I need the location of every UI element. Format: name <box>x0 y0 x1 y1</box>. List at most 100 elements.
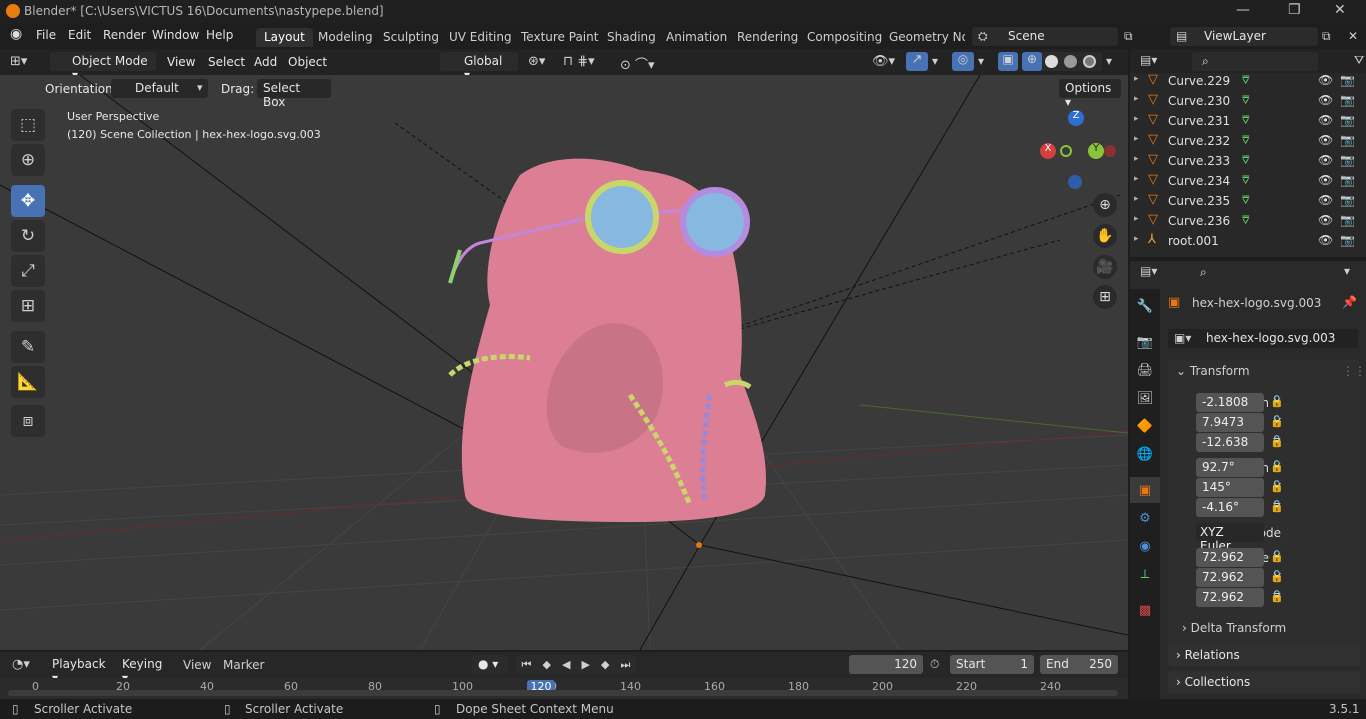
tab-rendering[interactable]: Rendering <box>729 28 806 47</box>
location-x-field[interactable]: -2.1808 <box>1196 393 1264 412</box>
orientation-dropdown[interactable]: Default <box>111 79 208 98</box>
menu-add[interactable]: Add <box>254 55 277 69</box>
visibility-eye-icon[interactable]: 👁 <box>1318 133 1333 147</box>
rotation-z-field[interactable]: -4.16° <box>1196 498 1264 517</box>
lock-rotation-x-icon[interactable]: 🔓 <box>1270 460 1284 473</box>
proportional-edit-icon[interactable]: ⊙ ⌒▾ <box>620 54 655 73</box>
tab-layout[interactable]: Layout <box>256 28 313 47</box>
play-reverse-icon[interactable]: ◀ <box>562 658 570 671</box>
options-dropdown[interactable]: Options ▾ <box>1059 79 1121 109</box>
prev-keyframe-icon[interactable]: ◆ <box>542 658 550 671</box>
visibility-eye-icon[interactable]: 👁 <box>1318 73 1333 87</box>
location-z-field[interactable]: -12.638 <box>1196 433 1264 452</box>
menu-edit[interactable]: Edit <box>68 28 91 42</box>
expand-arrow-icon[interactable]: ▸ <box>1134 94 1139 104</box>
playback-menu[interactable]: Playback ▾ <box>46 655 114 685</box>
expand-arrow-icon[interactable]: ▸ <box>1134 234 1139 244</box>
rendered-shading-icon[interactable] <box>1083 55 1096 68</box>
scale-y-field[interactable]: 72.962 <box>1196 568 1264 587</box>
scale-tool[interactable]: ⤢ <box>11 255 45 287</box>
tab-animation[interactable]: Animation <box>658 28 735 47</box>
next-keyframe-icon[interactable]: ◆ <box>601 658 609 671</box>
gizmo-toggle-icon[interactable]: ↗ <box>906 52 928 71</box>
render-camera-icon[interactable]: 📷 <box>1340 213 1355 227</box>
scale-z-field[interactable]: 72.962 <box>1196 588 1264 607</box>
tab-shading[interactable]: Shading <box>599 28 664 47</box>
tab-modeling[interactable]: Modeling <box>310 28 381 47</box>
jump-end-icon[interactable]: ⏭ <box>621 658 631 672</box>
maximize-icon[interactable]: ❐ <box>1288 2 1301 18</box>
shading-dropdown-icon[interactable]: ▾ <box>1106 54 1112 68</box>
tab-geometry-nodes[interactable]: Geometry Noc <box>881 28 965 47</box>
lock-location-x-icon[interactable]: 🔓 <box>1270 395 1284 408</box>
visibility-eye-icon[interactable]: 👁 <box>1318 113 1333 127</box>
3d-viewport[interactable]: User Perspective (120) Scene Collection … <box>0 75 1128 650</box>
rotate-tool[interactable]: ↻ <box>11 220 45 252</box>
navigation-gizmo[interactable]: Z Y X <box>1032 105 1120 193</box>
remove-view-layer-icon[interactable]: ✕ <box>1348 29 1358 43</box>
collections-panel[interactable]: › Collections <box>1168 671 1360 693</box>
jump-start-icon[interactable]: ⏮ <box>522 658 532 672</box>
lock-location-z-icon[interactable]: 🔓 <box>1270 435 1284 448</box>
expand-arrow-icon[interactable]: ▸ <box>1134 114 1139 124</box>
lock-scale-x-icon[interactable]: 🔓 <box>1270 550 1284 563</box>
panel-drag-icon[interactable]: ⋮⋮ <box>1342 364 1366 378</box>
output-tab-icon[interactable]: 🖨 <box>1130 357 1160 383</box>
add-cube-tool[interactable]: ⧈ <box>11 405 45 437</box>
expand-arrow-icon[interactable]: ▸ <box>1134 154 1139 164</box>
visibility-eye-icon[interactable]: 👁 <box>1318 173 1333 187</box>
timeline-scrollbar[interactable] <box>8 690 1118 696</box>
outliner-row[interactable]: ▸ ▽ Curve.229 ⩢ 👁 📷 <box>1130 71 1366 91</box>
solid-shading-icon[interactable] <box>1045 55 1058 68</box>
filter-icon[interactable]: ⛛ <box>1354 53 1364 68</box>
object-datablock-field[interactable]: hex-hex-logo.svg.003 <box>1168 329 1358 348</box>
overlays-icon[interactable]: ◎ <box>952 52 974 71</box>
location-y-field[interactable]: 7.9473 <box>1196 413 1264 432</box>
snap-icon[interactable]: ⊓ ⋕▾ <box>563 54 595 69</box>
lock-rotation-y-icon[interactable]: 🔓 <box>1270 480 1284 493</box>
rotation-y-field[interactable]: 145° <box>1196 478 1264 497</box>
new-scene-icon[interactable]: ⧉ <box>1124 29 1133 44</box>
transform-tool[interactable]: ⊞ <box>11 290 45 322</box>
outliner-row[interactable]: ▸ ⅄ root.001 👁 📷 <box>1130 231 1366 251</box>
outliner-row[interactable]: ▸ ▽ Curve.232 ⩢ 👁 📷 <box>1130 131 1366 151</box>
tab-uv-editing[interactable]: UV Editing <box>441 28 520 47</box>
keying-menu[interactable]: Keying ▾ <box>116 655 174 685</box>
lock-scale-z-icon[interactable]: 🔓 <box>1270 590 1284 603</box>
properties-search-input[interactable]: ⌕ <box>1194 263 1320 282</box>
tab-sculpting[interactable]: Sculpting <box>375 28 447 47</box>
frame-ruler[interactable]: 020406080100120140160180200220240 <box>0 678 1128 700</box>
gizmo-z-axis[interactable]: Z <box>1068 110 1084 126</box>
menu-window[interactable]: Window <box>152 28 199 42</box>
curve-data-icon[interactable]: ⩢ <box>1242 193 1249 208</box>
outliner-row[interactable]: ▸ ▽ Curve.231 ⩢ 👁 📷 <box>1130 111 1366 131</box>
curve-data-icon[interactable]: ⩢ <box>1242 73 1249 88</box>
expand-arrow-icon[interactable]: ▸ <box>1134 194 1139 204</box>
outliner-row[interactable]: ▸ ▽ Curve.230 ⩢ 👁 📷 <box>1130 91 1366 111</box>
gizmo-dropdown-icon[interactable]: ▾ <box>932 54 938 68</box>
overlays-dropdown-icon[interactable]: ▾ <box>978 54 984 68</box>
render-camera-icon[interactable]: 📷 <box>1340 233 1355 247</box>
transform-header[interactable]: ⌄ Transform <box>1176 364 1250 378</box>
render-tab-icon[interactable]: 📷 <box>1130 329 1160 355</box>
perspective-grid-icon[interactable]: ⊞ <box>1093 285 1117 309</box>
render-camera-icon[interactable]: 📷 <box>1340 193 1355 207</box>
menu-select[interactable]: Select <box>208 55 245 69</box>
blender-menu-icon[interactable]: ◉ <box>10 26 22 42</box>
scene-selector[interactable]: Scene <box>972 27 1118 46</box>
timeline-view-menu[interactable]: View <box>183 658 211 672</box>
curve-data-icon[interactable]: ⩢ <box>1242 213 1249 228</box>
pivot-point-icon[interactable]: ⊛▾ <box>528 54 545 69</box>
pan-hand-icon[interactable]: ✋ <box>1093 224 1117 248</box>
properties-options-icon[interactable]: ▾ <box>1344 264 1350 278</box>
auto-keying-button[interactable]: ● ▾ <box>472 655 508 674</box>
expand-arrow-icon[interactable]: ▸ <box>1134 214 1139 224</box>
wireframe-shading-icon[interactable]: ⊕ <box>1022 52 1042 71</box>
visibility-eye-icon[interactable]: 👁 <box>1318 153 1333 167</box>
measure-tool[interactable]: 📐 <box>11 366 45 398</box>
visibility-eye-icon[interactable]: 👁 <box>1318 93 1333 107</box>
menu-view[interactable]: View <box>167 55 195 69</box>
lock-scale-y-icon[interactable]: 🔓 <box>1270 570 1284 583</box>
outliner-row[interactable]: ▸ ▽ Curve.235 ⩢ 👁 📷 <box>1130 191 1366 211</box>
properties-editor-icon[interactable]: ▤▾ <box>1140 264 1157 278</box>
